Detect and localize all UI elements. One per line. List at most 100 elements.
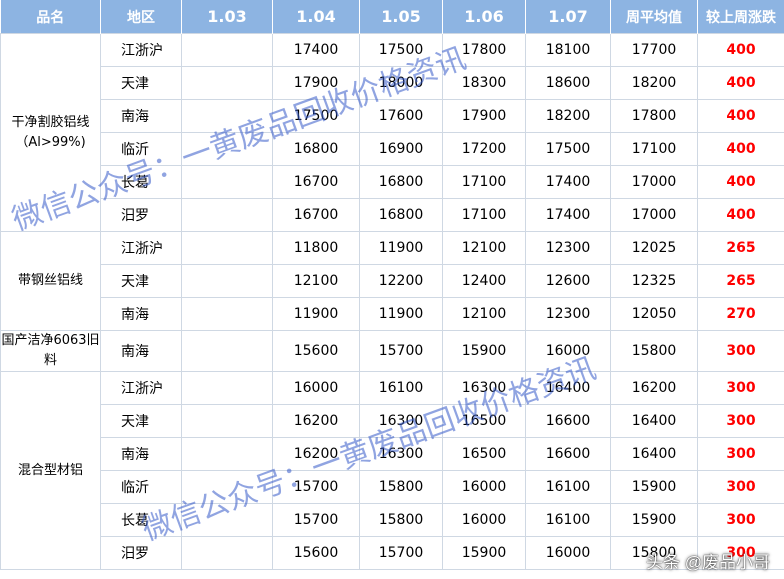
price-cell-d107: 18100 [525, 33, 611, 67]
price-cell-d103 [181, 470, 273, 504]
header-date-106: 1.06 [442, 0, 526, 34]
price-cell-d105: 18000 [359, 66, 443, 100]
table-row: 临沂 16800 16900 17200 17500 17100 400 [1, 132, 784, 166]
weekly-average-cell: 16400 [610, 437, 698, 471]
header-region: 地区 [100, 0, 182, 34]
price-cell-d103 [181, 330, 273, 372]
price-cell-d105: 16100 [359, 371, 443, 405]
price-cell-d103 [181, 66, 273, 100]
header-weekly-average: 周平均值 [610, 0, 698, 34]
price-cell-d105: 12200 [359, 264, 443, 298]
price-cell-d103 [181, 437, 273, 471]
price-cell-d104: 15600 [272, 536, 360, 570]
region-cell: 长葛 [100, 503, 182, 537]
header-row: 品名 地区 1.03 1.04 1.05 1.06 1.07 周平均值 较上周涨… [0, 0, 784, 34]
region-cell: 南海 [100, 297, 182, 331]
price-cell-d105: 11900 [359, 231, 443, 265]
weekly-average-cell: 17000 [610, 198, 698, 232]
price-cell-d107: 16600 [525, 437, 611, 471]
price-cell-d104: 16000 [272, 371, 360, 405]
region-cell: 江浙沪 [100, 231, 182, 265]
price-cell-d107: 16000 [525, 330, 611, 372]
price-cell-d104: 15700 [272, 470, 360, 504]
table-body: 干净割胶铝线（Al>99%) 江浙沪 17400 17500 17800 18100 177… [0, 33, 784, 570]
product-name-cell: 国产洁净6063旧料 [0, 330, 101, 372]
price-cell-d103 [181, 536, 273, 570]
price-cell-d105: 16300 [359, 404, 443, 438]
weekly-average-cell: 12050 [610, 297, 698, 331]
price-cell-d105: 15700 [359, 536, 443, 570]
price-cell-d103 [181, 198, 273, 232]
price-cell-d104: 16200 [272, 404, 360, 438]
price-cell-d103 [181, 371, 273, 405]
weekly-average-cell: 16200 [610, 371, 698, 405]
weekly-change-cell: 400 [697, 99, 784, 133]
weekly-average-cell: 12325 [610, 264, 698, 298]
price-cell-d107: 16100 [525, 470, 611, 504]
weekly-average-cell: 15800 [610, 330, 698, 372]
price-cell-d106: 15900 [442, 536, 526, 570]
price-cell-d106: 12100 [442, 297, 526, 331]
weekly-change-cell: 300 [697, 503, 784, 537]
weekly-average-cell: 15900 [610, 503, 698, 537]
region-cell: 天津 [100, 66, 182, 100]
price-cell-d103 [181, 264, 273, 298]
price-cell-d106: 16300 [442, 371, 526, 405]
price-cell-d104: 17400 [272, 33, 360, 67]
table-row: 天津 16200 16300 16500 16600 16400 300 [1, 404, 784, 438]
weekly-average-cell: 17700 [610, 33, 698, 67]
weekly-average-cell: 12025 [610, 231, 698, 265]
header-date-105: 1.05 [359, 0, 443, 34]
price-cell-d104: 16200 [272, 437, 360, 471]
price-cell-d106: 17100 [442, 165, 526, 199]
price-cell-d103 [181, 33, 273, 67]
price-cell-d103 [181, 165, 273, 199]
price-cell-d105: 17500 [359, 33, 443, 67]
price-cell-d105: 16800 [359, 198, 443, 232]
price-cell-d107: 12600 [525, 264, 611, 298]
header-product-name: 品名 [0, 0, 101, 34]
price-cell-d106: 16500 [442, 437, 526, 471]
price-cell-d104: 11900 [272, 297, 360, 331]
source-credit: 头条 @废品小哥 [646, 553, 770, 572]
region-cell: 长葛 [100, 165, 182, 199]
weekly-change-cell: 300 [697, 470, 784, 504]
price-cell-d107: 17400 [525, 165, 611, 199]
weekly-change-cell: 400 [697, 66, 784, 100]
table-row: 混合型材铝 江浙沪 16000 16100 16300 16400 16200 300 [0, 371, 784, 570]
weekly-change-cell: 265 [697, 264, 784, 298]
product-name-cell: 干净割胶铝线（Al>99%) [0, 33, 101, 232]
region-cell: 江浙沪 [100, 33, 182, 67]
table-row: 国产洁净6063旧料 南海 15600 15700 15900 16000 15800 300 [0, 330, 784, 372]
product-name-cell: 带钢丝铝线 [0, 231, 101, 331]
weekly-change-cell: 400 [697, 165, 784, 199]
table-row: 南海 16200 16300 16500 16600 16400 300 [1, 437, 784, 471]
price-cell-d107: 12300 [525, 297, 611, 331]
price-cell-d103 [181, 404, 273, 438]
price-cell-d106: 15900 [442, 330, 526, 372]
region-cell: 临沂 [100, 132, 182, 166]
price-cell-d103 [181, 231, 273, 265]
header-weekly-change: 较上周涨跌 [697, 0, 784, 34]
price-cell-d107: 17400 [525, 198, 611, 232]
weekly-change-cell: 400 [697, 132, 784, 166]
price-cell-d105: 15800 [359, 470, 443, 504]
region-cell: 天津 [100, 404, 182, 438]
table-row: 临沂 15700 15800 16000 16100 15900 300 [1, 470, 784, 504]
region-cell: 临沂 [100, 470, 182, 504]
table-row: 南海 11900 11900 12100 12300 12050 270 [1, 297, 784, 331]
price-cell-d103 [181, 503, 273, 537]
region-cell: 南海 [100, 437, 182, 471]
price-cell-d106: 16000 [442, 470, 526, 504]
header-date-104: 1.04 [272, 0, 360, 34]
price-cell-d105: 17600 [359, 99, 443, 133]
region-cell: 南海 [100, 99, 182, 133]
table-row: 长葛 15700 15800 16000 16100 15900 300 [1, 503, 784, 537]
price-cell-d104: 11800 [272, 231, 360, 265]
table-row: 汨罗 16700 16800 17100 17400 17000 400 [1, 198, 784, 232]
weekly-change-cell: 300 [697, 371, 784, 405]
price-cell-d105: 16900 [359, 132, 443, 166]
price-cell-d104: 12100 [272, 264, 360, 298]
price-cell-d104: 15600 [272, 330, 360, 372]
price-cell-d107: 16000 [525, 536, 611, 570]
